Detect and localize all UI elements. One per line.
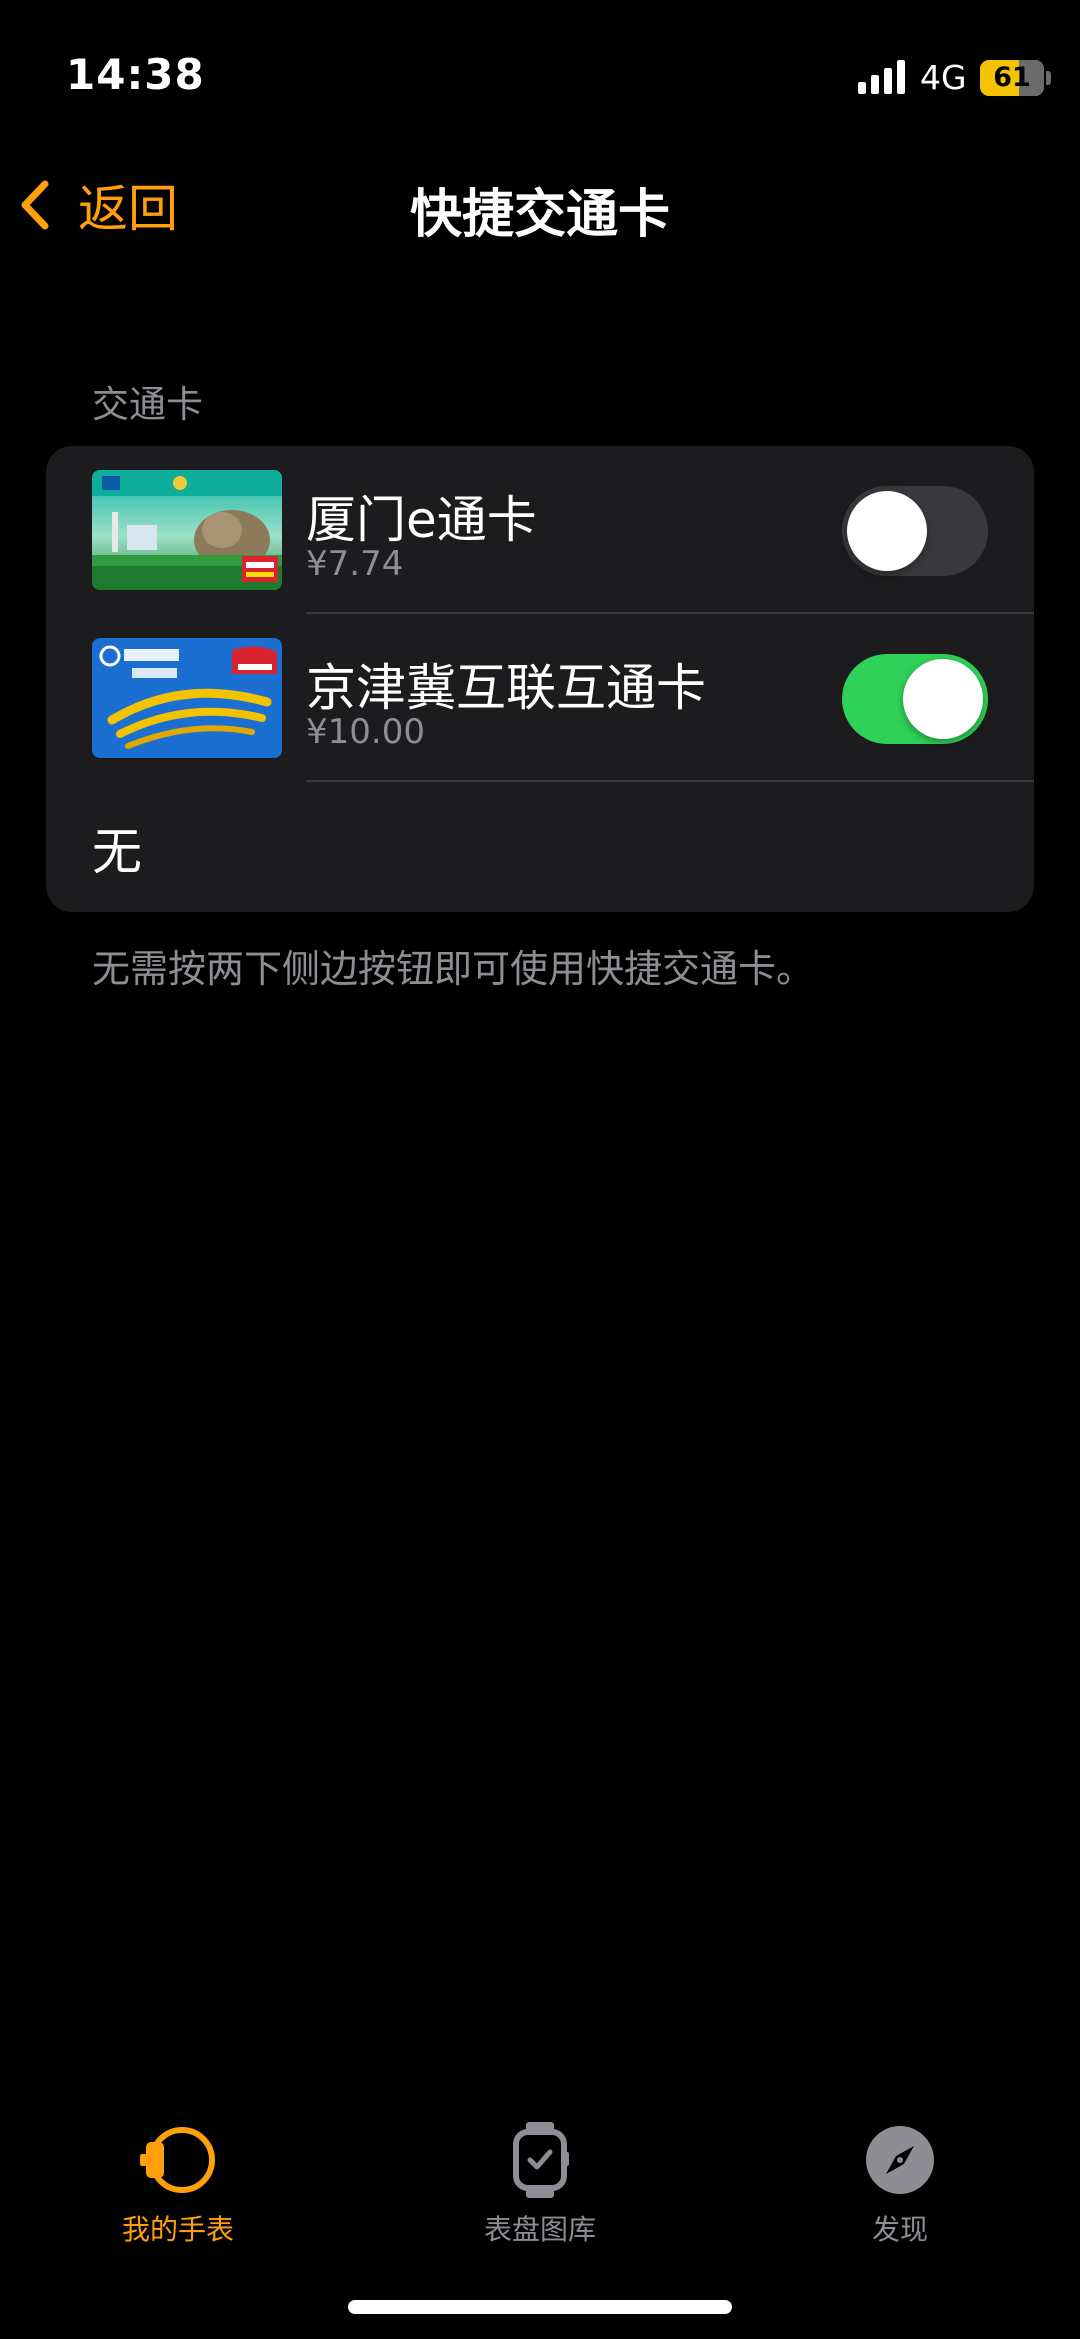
watch-face-icon: [513, 2122, 569, 2198]
none-option-label: 无: [92, 823, 142, 881]
list-item-none[interactable]: 无: [46, 782, 1034, 912]
tab-label: 发现: [871, 2213, 928, 2246]
tab-face-gallery[interactable]: 表盘图库: [430, 2120, 650, 2248]
status-time: 14:38: [66, 50, 205, 99]
xiamen-card-icon: [92, 470, 282, 590]
express-toggle-xiamen[interactable]: [842, 486, 988, 576]
battery-percent: 61: [993, 62, 1031, 93]
list-item-xiamen-card[interactable]: 厦门e通卡 ¥7.74: [46, 446, 1034, 614]
status-bar: 14:38 4G 61: [0, 0, 1080, 150]
card-name: 京津冀互联互通卡: [306, 659, 706, 717]
transit-card-list: 厦门e通卡 ¥7.74 京津冀互联互通卡 ¥10.00 无: [46, 446, 1034, 912]
tab-label: 表盘图库: [483, 2213, 596, 2246]
page-title: 快捷交通卡: [409, 185, 670, 245]
card-balance: ¥10.00: [306, 712, 425, 752]
watch-side-icon: [140, 2127, 215, 2193]
signal-bars-icon: [858, 60, 905, 94]
footer-note: 无需按两下侧边按钮即可使用快捷交通卡。: [92, 947, 815, 991]
list-item-beijing-card[interactable]: 京津冀互联互通卡 ¥10.00: [46, 614, 1034, 782]
toggle-knob: [903, 659, 983, 739]
battery-cap: [1046, 71, 1051, 85]
toggle-knob: [847, 491, 927, 571]
tab-bar: 我的手表 表盘图库 发现: [0, 2100, 1080, 2280]
tab-my-watch[interactable]: 我的手表: [68, 2120, 288, 2248]
home-indicator[interactable]: [348, 2300, 732, 2314]
tab-label: 我的手表: [121, 2213, 234, 2246]
tab-discover[interactable]: 发现: [790, 2120, 1010, 2248]
battery-icon: 61: [980, 60, 1044, 96]
compass-icon: [866, 2126, 934, 2194]
card-balance: ¥7.74: [306, 544, 404, 584]
network-type: 4G: [920, 58, 967, 97]
beijing-card-icon: [92, 638, 282, 758]
section-header: 交通卡: [92, 383, 203, 426]
express-toggle-beijing[interactable]: [842, 654, 988, 744]
card-name: 厦门e通卡: [306, 491, 537, 549]
